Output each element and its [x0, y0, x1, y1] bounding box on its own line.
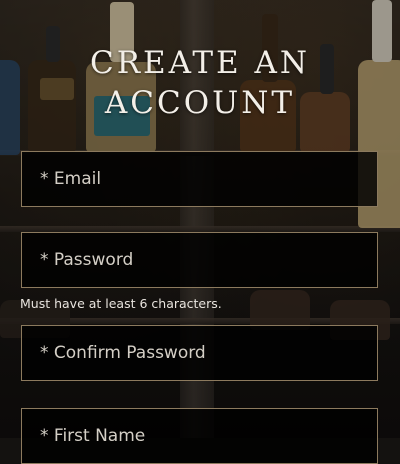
- page-title: CREATE AN ACCOUNT: [0, 43, 400, 123]
- page-title-line2: ACCOUNT: [104, 84, 296, 121]
- password-hint: Must have at least 6 characters.: [20, 296, 222, 311]
- password-field[interactable]: [21, 232, 378, 288]
- email-field[interactable]: [21, 151, 378, 207]
- page-title-line1: CREATE AN: [89, 44, 311, 81]
- first-name-field[interactable]: [21, 408, 378, 464]
- confirm-password-field[interactable]: [21, 325, 378, 381]
